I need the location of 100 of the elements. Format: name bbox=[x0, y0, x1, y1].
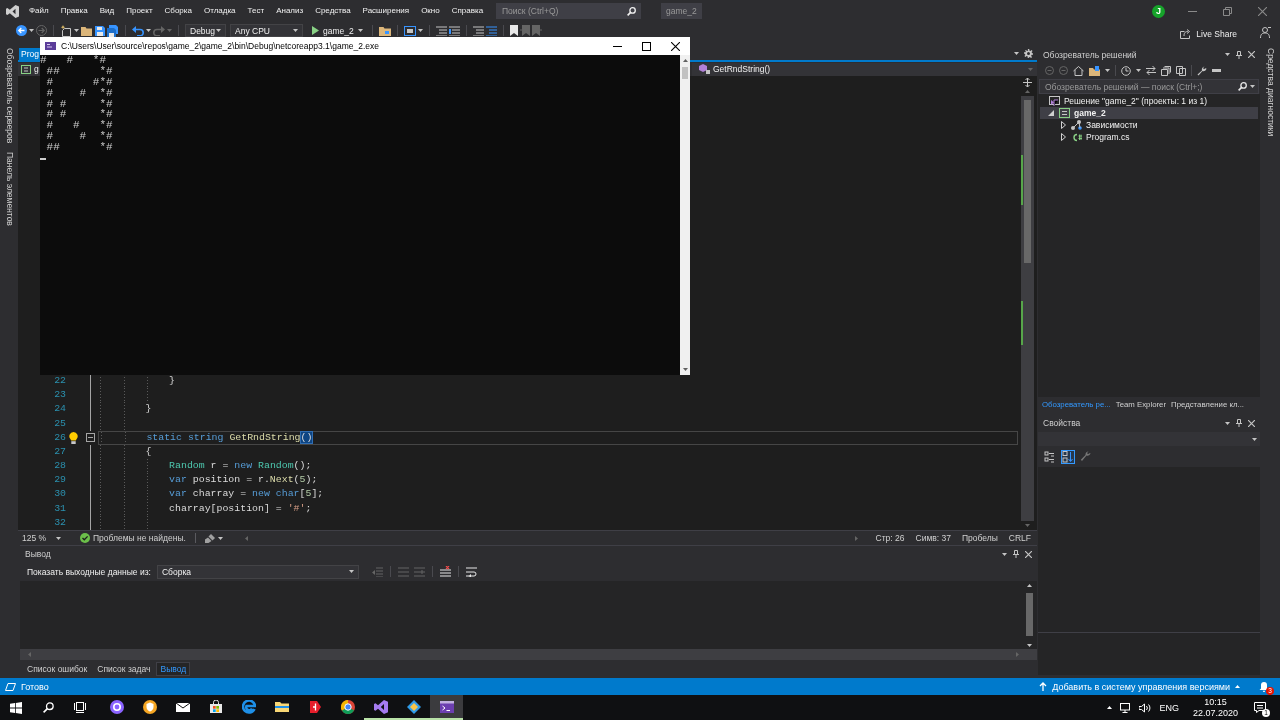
tree-item[interactable]: Program.cs bbox=[1040, 131, 1258, 143]
horizontal-scrollbar[interactable] bbox=[20, 649, 1037, 660]
caret-down-icon[interactable] bbox=[74, 29, 79, 32]
search-field[interactable]: Обозреватель решений — поиск (Ctrl+;) bbox=[1039, 79, 1259, 94]
caret-down-icon[interactable] bbox=[217, 536, 223, 540]
caret-down-icon[interactable] bbox=[146, 29, 151, 32]
panel-tab[interactable]: Вывод bbox=[156, 662, 191, 676]
caret-down-icon[interactable] bbox=[1027, 644, 1032, 647]
back-icon[interactable] bbox=[16, 25, 27, 36]
pin-icon[interactable] bbox=[1236, 419, 1242, 427]
caret-down-icon[interactable] bbox=[1136, 69, 1141, 72]
lightbulb-icon[interactable] bbox=[68, 431, 78, 444]
menu-item[interactable]: Отладка bbox=[197, 3, 242, 19]
side-tab[interactable]: Обозреватель серверов bbox=[3, 48, 15, 144]
side-tab[interactable]: Панель элементов bbox=[3, 152, 15, 227]
menu-item[interactable]: Правка bbox=[54, 3, 94, 19]
member-dropdown[interactable]: GetRndString() bbox=[692, 62, 1037, 76]
triangle-down-icon[interactable] bbox=[1048, 110, 1054, 116]
caret-down-icon[interactable] bbox=[1105, 69, 1110, 72]
list-lines-icon[interactable] bbox=[448, 25, 460, 36]
home-icon[interactable] bbox=[1073, 65, 1084, 76]
search-icon[interactable] bbox=[42, 702, 54, 713]
scrollbar-thumb[interactable] bbox=[1024, 100, 1031, 263]
document-tab[interactable]: Prog bbox=[19, 48, 41, 60]
caret-down-icon[interactable] bbox=[1250, 85, 1255, 88]
start-icon[interactable] bbox=[10, 701, 22, 714]
menu-item[interactable]: Файл bbox=[23, 3, 55, 19]
close-icon[interactable] bbox=[671, 41, 680, 51]
scrollbar-thumb[interactable] bbox=[1026, 593, 1033, 636]
panel-tab[interactable]: Список ошибок bbox=[23, 662, 92, 676]
gear-icon[interactable] bbox=[1024, 48, 1033, 58]
tree-item[interactable]: Решение "game_2" (проекты: 1 из 1) bbox=[1040, 95, 1258, 107]
person-icon[interactable] bbox=[1260, 27, 1271, 38]
tree-item[interactable]: game_2 bbox=[1040, 107, 1258, 119]
brush-icon[interactable] bbox=[204, 533, 215, 543]
search-field[interactable]: Поиск (Ctrl+Q) bbox=[496, 3, 641, 19]
comment-lines-icon[interactable] bbox=[472, 25, 484, 36]
vertical-scrollbar[interactable] bbox=[680, 55, 690, 375]
maximize-icon[interactable] bbox=[642, 41, 651, 51]
save-all-icon[interactable] bbox=[107, 24, 119, 37]
clear-lines-icon[interactable] bbox=[439, 566, 451, 577]
speaker-icon[interactable] bbox=[1139, 702, 1152, 713]
caret-up-icon[interactable] bbox=[1027, 584, 1032, 587]
menu-item[interactable]: Вид bbox=[93, 3, 121, 19]
splitter-icon[interactable] bbox=[1023, 78, 1032, 87]
search-icon[interactable] bbox=[1238, 82, 1247, 91]
folder-icon[interactable] bbox=[378, 25, 391, 36]
menu-item[interactable]: Средства bbox=[309, 3, 357, 19]
indent-lines-icon[interactable] bbox=[435, 25, 447, 36]
category-list-icon[interactable] bbox=[1043, 450, 1057, 464]
folder-files-icon[interactable] bbox=[1089, 65, 1100, 76]
undo-icon[interactable] bbox=[132, 25, 144, 36]
restore-icon[interactable] bbox=[1223, 6, 1232, 16]
tree-item[interactable]: Зависимости bbox=[1040, 119, 1258, 131]
sync-arrows-icon[interactable] bbox=[1146, 66, 1156, 75]
caret-down-icon[interactable] bbox=[29, 29, 34, 32]
collapse-icon[interactable] bbox=[86, 433, 95, 443]
caret-down-icon[interactable] bbox=[1002, 552, 1007, 556]
pin-icon[interactable] bbox=[1013, 550, 1019, 558]
live-share-button[interactable]: Live Share bbox=[1180, 25, 1237, 43]
triangle-right-icon[interactable] bbox=[1060, 133, 1066, 141]
copy-pages-icon[interactable] bbox=[1176, 65, 1186, 76]
speech-bubble-icon[interactable] bbox=[1254, 702, 1266, 713]
menu-item[interactable]: Справка bbox=[445, 3, 490, 19]
task-view-icon[interactable] bbox=[74, 702, 86, 713]
caret-down-icon[interactable] bbox=[682, 368, 688, 371]
scrollbar-thumb[interactable] bbox=[682, 67, 688, 79]
line-indicator[interactable]: Стр: 26 bbox=[875, 533, 905, 543]
start-button[interactable]: game_2 bbox=[309, 24, 366, 37]
issues-indicator[interactable]: Проблемы не найдены. bbox=[80, 533, 186, 543]
minimize-icon[interactable] bbox=[613, 45, 622, 47]
column-indicator[interactable]: Симв: 37 bbox=[915, 533, 951, 543]
caret-up-icon[interactable] bbox=[1107, 706, 1113, 709]
menu-item[interactable]: Тест bbox=[241, 3, 271, 19]
menu-item[interactable]: Анализ bbox=[270, 3, 310, 19]
source-control-button[interactable]: Добавить в систему управления версиями bbox=[1039, 681, 1240, 692]
output-source-dropdown[interactable]: Сборка bbox=[156, 564, 359, 579]
zoom-dropdown[interactable]: 125 % bbox=[22, 533, 66, 543]
menu-item[interactable]: Расширения bbox=[356, 3, 416, 19]
line-ending-indicator[interactable]: CRLF bbox=[1008, 533, 1031, 543]
caret-down-icon[interactable] bbox=[417, 29, 423, 32]
taskbar-button[interactable] bbox=[430, 695, 463, 720]
caret-down-icon[interactable] bbox=[1014, 51, 1019, 55]
menu-item[interactable]: Окно bbox=[415, 3, 446, 19]
monitor-icon[interactable] bbox=[1120, 702, 1132, 713]
panel-tab[interactable]: Список задач bbox=[93, 662, 155, 676]
project-dropdown[interactable]: g bbox=[18, 62, 40, 76]
clock-date[interactable]: 22.07.2020 bbox=[1192, 707, 1238, 719]
pin-icon[interactable] bbox=[1236, 50, 1242, 59]
save-icon[interactable] bbox=[95, 25, 105, 36]
bell-icon[interactable] bbox=[1259, 681, 1269, 692]
triangle-right-icon[interactable] bbox=[1060, 121, 1066, 129]
clock-icon[interactable] bbox=[1121, 65, 1131, 76]
wrap-icon[interactable] bbox=[465, 566, 477, 577]
bookmark-icon[interactable] bbox=[509, 25, 518, 36]
clock-time[interactable]: 10:15 bbox=[1204, 696, 1227, 708]
wrench-icon[interactable] bbox=[1197, 65, 1207, 76]
caret-down-icon[interactable] bbox=[1225, 53, 1230, 56]
caret-down-icon[interactable] bbox=[1225, 421, 1230, 425]
vertical-scrollbar[interactable] bbox=[1021, 96, 1034, 521]
